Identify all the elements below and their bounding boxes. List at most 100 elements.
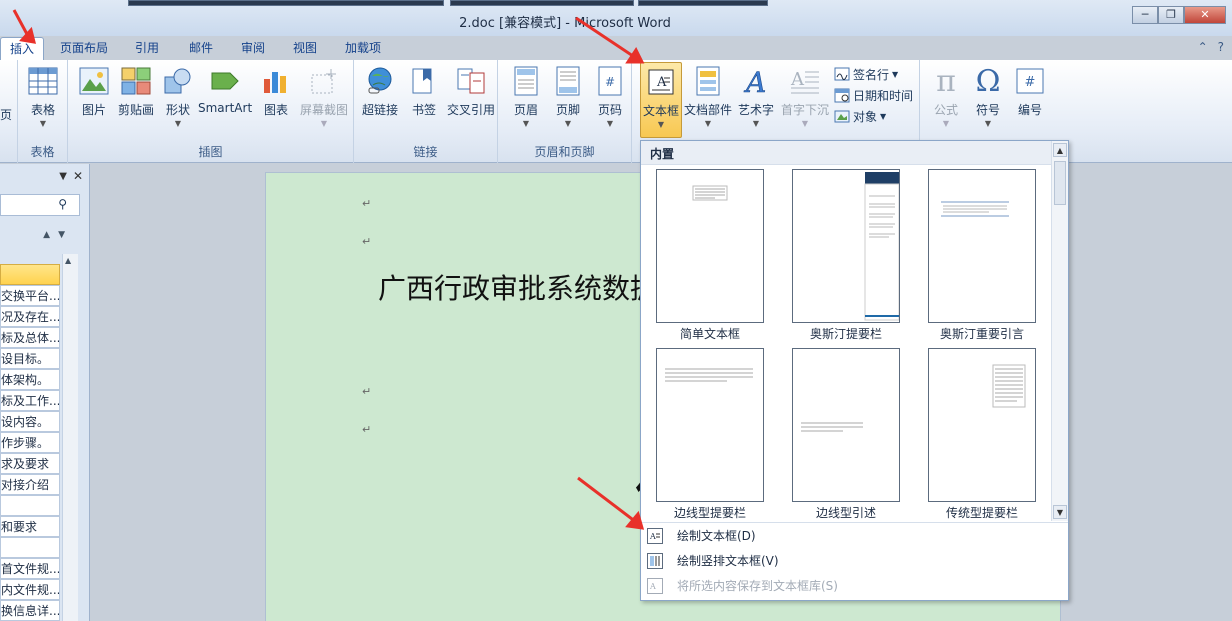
draw-textbox-label: 绘制文本框(D): [677, 529, 756, 543]
object-icon: [834, 108, 850, 124]
thumb-austin-sidebar[interactable]: [792, 169, 900, 323]
wordart-icon: A: [740, 65, 772, 97]
page-number-button[interactable]: # 页码 ▼: [588, 62, 632, 138]
save-to-gallery-menu-item[interactable]: A 将所选内容保存到文本框库(S): [641, 573, 1068, 598]
list-item[interactable]: 首文件规...: [0, 558, 60, 579]
chart-button[interactable]: 图表: [254, 62, 298, 138]
chevron-up-icon[interactable]: ▲: [1053, 143, 1067, 157]
screenshot-button[interactable]: 屏幕截图 ▼: [298, 62, 350, 138]
window-title: 2.doc [兼容模式] - Microsoft Word: [459, 16, 671, 31]
chevron-down-icon[interactable]: ▼: [1053, 505, 1067, 519]
table-icon: [27, 65, 59, 97]
bookmark-button[interactable]: 书签: [402, 62, 446, 138]
navigation-arrows[interactable]: ▲▼: [43, 230, 73, 240]
symbol-button[interactable]: Ω 符号 ▼: [966, 62, 1010, 138]
drop-cap-button[interactable]: A 首字下沉 ▼: [780, 62, 830, 138]
textbox-gallery: 内置 简单文本框 奥斯汀提要栏 奥斯汀重要引言 边线型提要栏 边线型引述 传统型…: [640, 140, 1069, 601]
textbox-icon: A: [647, 527, 663, 544]
close-button[interactable]: ✕: [1184, 6, 1226, 24]
pane-menu-icon[interactable]: ▼: [59, 171, 67, 182]
paragraph-mark: ↵: [362, 235, 372, 248]
signature-line-button[interactable]: 签名行 ▼: [834, 64, 898, 84]
clipart-button[interactable]: 剪贴画: [114, 62, 158, 138]
smartart-button[interactable]: SmartArt: [198, 62, 252, 138]
navigation-scrollbar[interactable]: ▲: [62, 254, 78, 621]
clipart-icon: [120, 65, 152, 97]
draw-vertical-textbox-menu-item[interactable]: 绘制竖排文本框(V): [641, 548, 1068, 573]
equation-button[interactable]: π 公式 ▼: [924, 62, 968, 138]
title-bar: 2.doc [兼容模式] - Microsoft Word ─ ❐ ✕: [0, 0, 1232, 36]
object-button[interactable]: 对象 ▼: [834, 106, 886, 126]
list-item[interactable]: 设内容。: [0, 411, 60, 432]
smartart-icon: [209, 65, 241, 97]
gallery-scrollbar[interactable]: ▲ ▼: [1051, 141, 1068, 521]
navigation-pane-header: ▼ ✕: [0, 164, 89, 188]
thumb-classic-sidebar[interactable]: [928, 348, 1036, 502]
chevron-up-icon[interactable]: ▲: [65, 256, 71, 265]
search-icon: ⚲: [58, 197, 67, 211]
table-button[interactable]: 表格 ▼: [21, 62, 65, 138]
chevron-down-icon: ▼: [752, 119, 760, 128]
chevron-down-icon: ▼: [984, 119, 992, 128]
wordart-button[interactable]: A 艺术字 ▼: [734, 62, 778, 138]
thumb-caption: 奥斯汀重要引言: [939, 327, 1024, 341]
close-icon[interactable]: ✕: [73, 169, 83, 183]
collapse-ribbon-icon[interactable]: ⌃: [1198, 40, 1208, 54]
minimize-button[interactable]: ─: [1132, 6, 1158, 24]
list-item[interactable]: 标及工作...: [0, 390, 60, 411]
scrollbar-thumb[interactable]: [1054, 161, 1066, 205]
list-item[interactable]: 对接介绍: [0, 474, 60, 495]
tab-insert[interactable]: 插入: [0, 37, 44, 60]
omega-icon: Ω: [975, 63, 1001, 99]
list-item[interactable]: 交换平台...: [0, 285, 60, 306]
thumb-simple-textbox[interactable]: [656, 169, 764, 323]
header-button[interactable]: 页眉 ▼: [504, 62, 548, 138]
hyperlink-button[interactable]: 超链接: [358, 62, 402, 138]
cross-reference-button[interactable]: 交叉引用: [446, 62, 496, 138]
hyperlink-icon: [364, 65, 396, 97]
date-time-button[interactable]: 日期和时间: [834, 85, 913, 105]
picture-icon: [78, 65, 110, 97]
paragraph-mark: ↵: [362, 423, 372, 436]
help-icon[interactable]: ?: [1218, 40, 1224, 54]
picture-button[interactable]: 图片: [72, 62, 116, 138]
chart-icon: [260, 65, 292, 97]
thumb-border-sidebar[interactable]: [656, 348, 764, 502]
shapes-button[interactable]: 形状 ▼: [156, 62, 200, 138]
date-time-label: 日期和时间: [853, 88, 914, 103]
number-button[interactable]: # 编号: [1008, 62, 1052, 138]
textbox-button[interactable]: A 文本框 ▼: [640, 62, 682, 138]
thumb-austin-quote[interactable]: [928, 169, 1036, 323]
tab-addins[interactable]: 加载项: [336, 37, 390, 60]
list-item[interactable]: 内文件规...: [0, 579, 60, 600]
list-item[interactable]: 换信息详...: [0, 600, 60, 621]
tab-review[interactable]: 审阅: [230, 37, 276, 60]
footer-button[interactable]: 页脚 ▼: [546, 62, 590, 138]
thumb-border-quote[interactable]: [792, 348, 900, 502]
drop-cap-button-label: 首字下沉: [780, 103, 829, 117]
bookmark-button-label: 书签: [411, 103, 436, 117]
list-item[interactable]: 求及要求: [0, 453, 60, 474]
list-item[interactable]: 况及存在...: [0, 306, 60, 327]
gallery-grid: 简单文本框 奥斯汀提要栏 奥斯汀重要引言 边线型提要栏 边线型引述 传统型提要栏: [641, 165, 1051, 521]
thumb-caption: 传统型提要栏: [945, 506, 1018, 520]
tab-page-layout[interactable]: 页面布局: [54, 37, 114, 60]
list-item[interactable]: 体架构。: [0, 369, 60, 390]
list-item[interactable]: [0, 264, 60, 285]
tab-references[interactable]: 引用: [124, 37, 170, 60]
save-to-gallery-icon: A: [647, 577, 663, 594]
list-item[interactable]: [0, 495, 60, 516]
list-item[interactable]: 设目标。: [0, 348, 60, 369]
list-item[interactable]: 标及总体...: [0, 327, 60, 348]
list-item[interactable]: 和要求: [0, 516, 60, 537]
textbox-icon: A: [645, 66, 677, 98]
picture-button-label: 图片: [81, 103, 106, 117]
tab-view[interactable]: 视图: [282, 37, 328, 60]
list-item[interactable]: [0, 537, 60, 558]
list-item[interactable]: 作步骤。: [0, 432, 60, 453]
draw-textbox-menu-item[interactable]: A 绘制文本框(D): [641, 523, 1068, 548]
tab-mailings[interactable]: 邮件: [178, 37, 224, 60]
navigation-search-input[interactable]: ⚲: [0, 194, 80, 216]
restore-button[interactable]: ❐: [1158, 6, 1184, 24]
quick-parts-button[interactable]: 文档部件 ▼: [684, 62, 732, 138]
